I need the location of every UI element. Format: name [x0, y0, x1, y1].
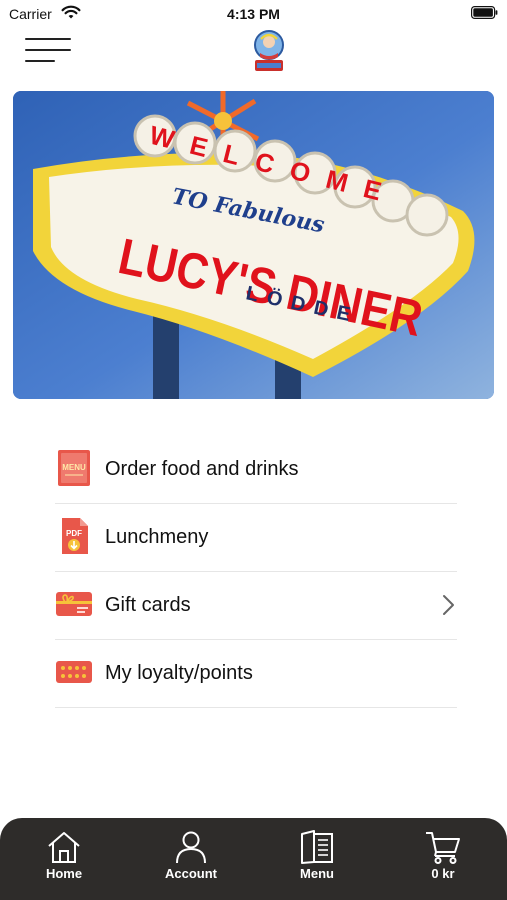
hamburger-icon-line-1	[25, 38, 71, 40]
pdf-download-icon: PDF	[55, 517, 93, 555]
list-item-order-food[interactable]: MENU Order food and drinks	[55, 436, 457, 504]
home-icon	[48, 832, 80, 863]
tab-menu[interactable]: Menu	[272, 830, 362, 890]
list-item-label: My loyalty/points	[105, 662, 253, 684]
menu-book-icon	[301, 830, 333, 864]
svg-text:MENU: MENU	[62, 463, 86, 472]
status-bar: Carrier 4:13 PM	[0, 0, 507, 28]
gift-card-icon	[55, 585, 93, 623]
tab-account[interactable]: Account	[146, 830, 236, 890]
menu-book-icon: MENU	[55, 449, 93, 487]
main-menu-list: MENU Order food and drinks PDF Lunchmeny	[55, 436, 457, 708]
hamburger-icon-line-2	[25, 49, 71, 51]
chevron-right-icon	[441, 594, 455, 621]
battery-icon	[471, 6, 498, 20]
list-item-gift-cards[interactable]: Gift cards	[55, 572, 457, 640]
cart-icon	[426, 832, 460, 864]
list-item-label: Order food and drinks	[105, 458, 299, 480]
tab-label: 0 kr	[431, 866, 455, 881]
list-item-label: Gift cards	[105, 594, 191, 616]
list-item-label: Lunchmeny	[105, 526, 209, 548]
tab-home[interactable]: Home	[19, 830, 109, 890]
hero-image: WELCOME TO Fabulous LUCY'S DINER LÖDDE	[13, 91, 494, 399]
svg-text:PDF: PDF	[66, 529, 82, 538]
tab-label: Menu	[300, 866, 334, 881]
bottom-tab-bar: Home Account Menu 0 kr	[0, 818, 507, 900]
list-item-loyalty[interactable]: My loyalty/points	[55, 640, 457, 708]
lucys-diner-logo	[251, 29, 287, 73]
hamburger-menu-button[interactable]	[25, 36, 71, 66]
hamburger-icon-line-3	[25, 60, 55, 62]
tab-cart[interactable]: 0 kr	[398, 830, 488, 890]
tab-label: Home	[45, 866, 83, 881]
loyalty-card-icon	[55, 653, 93, 691]
account-icon	[176, 831, 206, 864]
clock-time: 4:13 PM	[227, 6, 280, 22]
list-item-lunchmeny[interactable]: PDF Lunchmeny	[55, 504, 457, 572]
tab-label: Account	[165, 866, 217, 881]
